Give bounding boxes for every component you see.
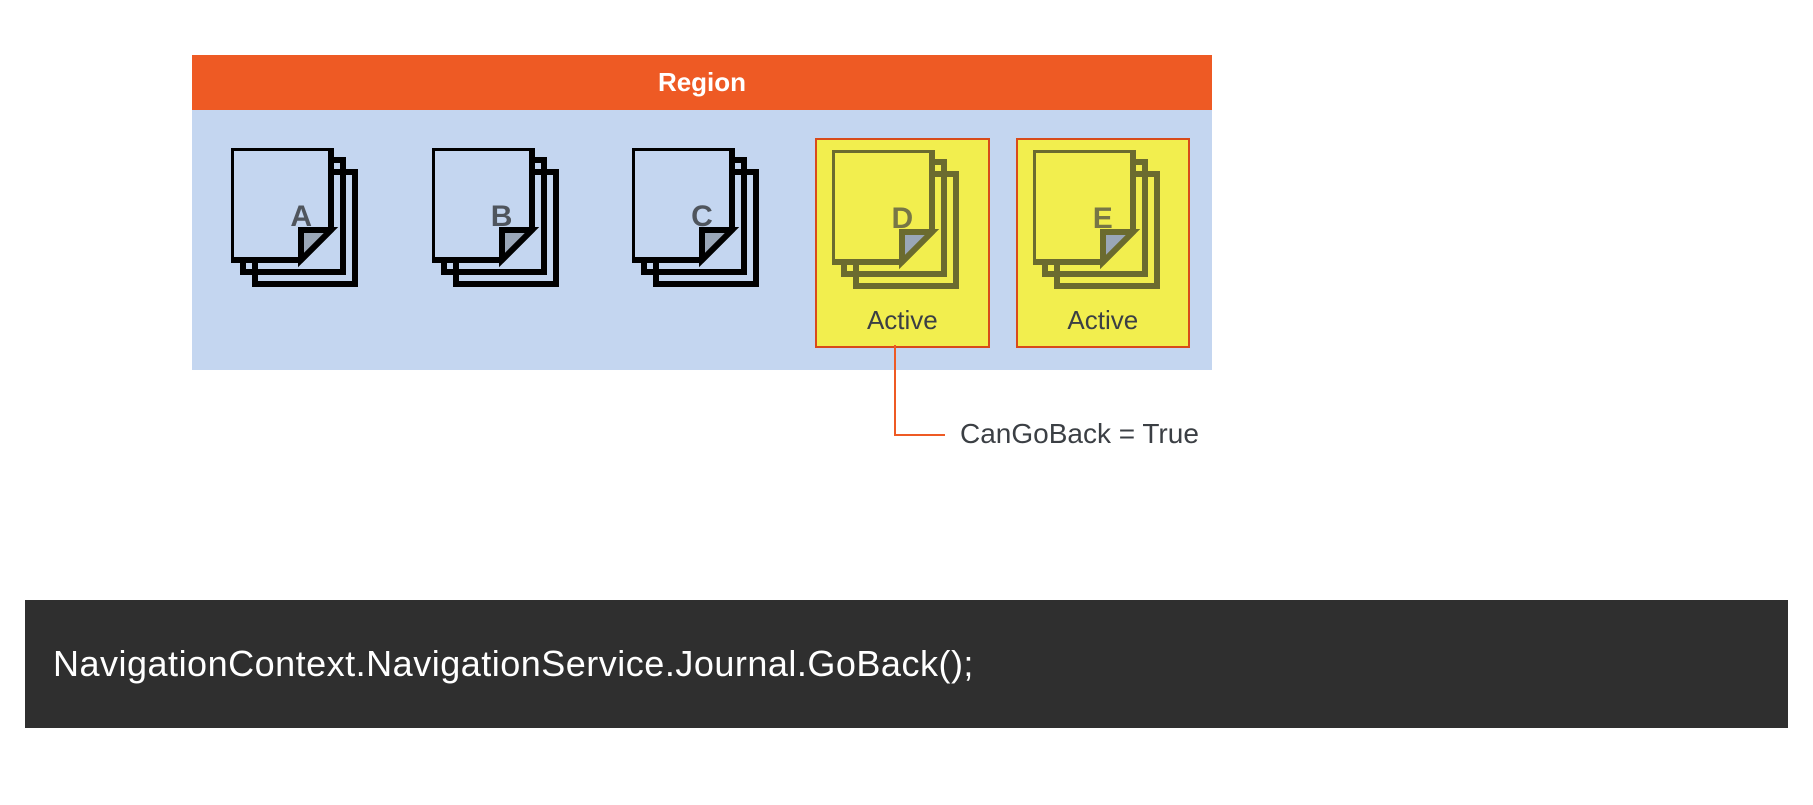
view-label: A — [214, 200, 388, 234]
view-a: A — [214, 138, 388, 348]
active-label: Active — [817, 305, 987, 336]
view-label: D — [817, 202, 987, 236]
view-b: B — [414, 138, 588, 348]
region-container: Region A B C D Active E Active — [192, 55, 1212, 370]
region-title: Region — [192, 55, 1212, 110]
code-snippet: NavigationContext.NavigationService.Jour… — [25, 600, 1788, 728]
view-label: E — [1018, 202, 1188, 236]
view-e-active: E Active — [1016, 138, 1190, 348]
active-label: Active — [1018, 305, 1188, 336]
view-d-active: D Active — [815, 138, 989, 348]
view-c: C — [615, 138, 789, 348]
view-label: B — [414, 200, 588, 234]
region-body: A B C D Active E Active — [192, 110, 1212, 370]
callout-cangoback: CanGoBack = True — [960, 418, 1199, 450]
view-label: C — [615, 200, 789, 234]
